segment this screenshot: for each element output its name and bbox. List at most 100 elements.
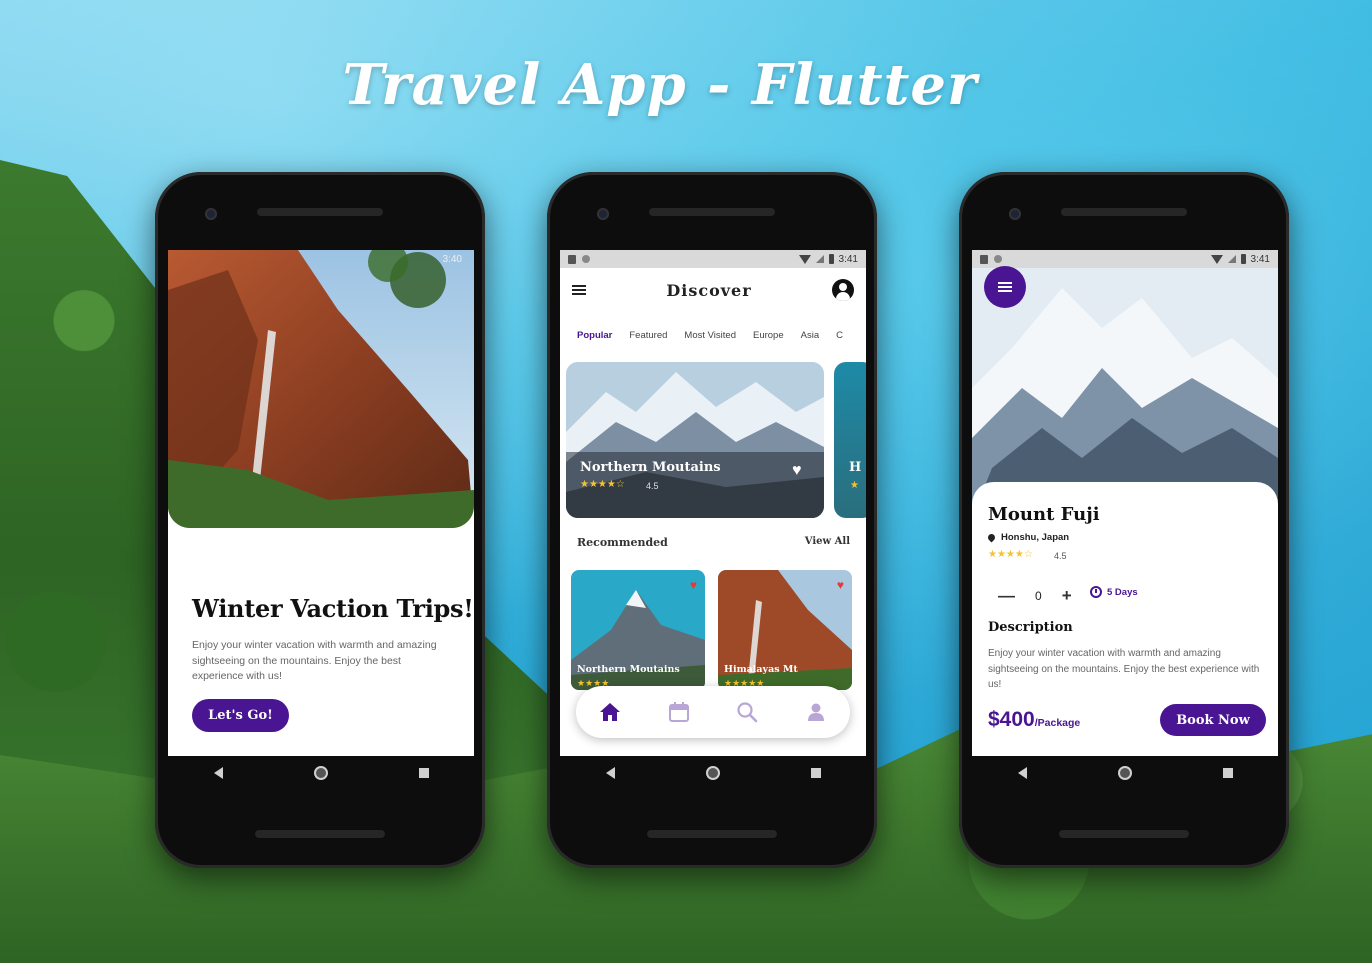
home-circle-icon[interactable] bbox=[705, 766, 720, 780]
search-icon[interactable] bbox=[736, 701, 758, 723]
onboarding-screen: 3:40 Winter Vaction Trips! Enjoy your wi… bbox=[168, 250, 474, 756]
menu-icon bbox=[998, 282, 1012, 292]
front-camera bbox=[597, 208, 609, 220]
tab-popular[interactable]: Popular bbox=[577, 330, 612, 344]
back-icon[interactable] bbox=[605, 767, 615, 779]
hero-image-mountain bbox=[972, 268, 1278, 518]
recents-icon[interactable] bbox=[810, 768, 821, 778]
category-tabs: Popular Featured Most Visited Europe Asi… bbox=[577, 330, 866, 344]
menu-button[interactable] bbox=[984, 266, 1026, 308]
star-rating-icon: ★★★★☆ bbox=[988, 549, 1033, 560]
view-all-link[interactable]: View All bbox=[805, 536, 850, 547]
price: $400 /Package bbox=[988, 708, 1080, 732]
next-card[interactable]: H ★ bbox=[834, 362, 866, 518]
account-icon[interactable] bbox=[832, 279, 854, 301]
status-bar: 3:41 bbox=[560, 250, 866, 268]
quantity-value: 0 bbox=[1035, 589, 1042, 603]
front-camera bbox=[1009, 208, 1021, 220]
phone-details: 3:41 Mount Fuji Honshu, Japan ★★★★☆ 4.5 … bbox=[959, 172, 1289, 868]
earpiece-speaker bbox=[257, 208, 383, 216]
heart-icon[interactable]: ♥ bbox=[837, 578, 844, 592]
star-rating-icon: ★★★★☆ bbox=[580, 479, 625, 490]
price-unit: /Package bbox=[1034, 717, 1081, 729]
notification-dot-icon bbox=[994, 255, 1002, 263]
back-icon[interactable] bbox=[213, 767, 223, 779]
recommended-card[interactable]: Himalayas Mt ♥ ★★★★★ bbox=[718, 570, 852, 690]
plus-button[interactable]: + bbox=[1062, 586, 1072, 606]
recents-icon[interactable] bbox=[1222, 768, 1233, 778]
details-sheet: Mount Fuji Honshu, Japan ★★★★☆ 4.5 — 0 +… bbox=[972, 482, 1278, 756]
wifi-icon bbox=[1210, 254, 1223, 264]
home-circle-icon[interactable] bbox=[313, 766, 328, 780]
tab-featured[interactable]: Featured bbox=[629, 330, 667, 344]
duration-badge: 5 Days bbox=[1090, 586, 1138, 598]
book-now-button[interactable]: Book Now bbox=[1160, 704, 1266, 736]
bottom-speaker bbox=[647, 830, 777, 838]
description-heading: Description bbox=[988, 620, 1073, 635]
signal-icon bbox=[1227, 255, 1236, 263]
wifi-icon bbox=[798, 254, 811, 264]
featured-card-title: Northern Moutains bbox=[580, 460, 721, 475]
phone-discover: 3:41 Discover Popular Featured Most Visi… bbox=[547, 172, 877, 868]
status-bar: 3:41 bbox=[972, 250, 1278, 268]
sd-card-icon bbox=[568, 254, 576, 264]
notification-dot-icon bbox=[582, 255, 590, 263]
status-time: 3:41 bbox=[1250, 253, 1270, 265]
featured-card[interactable]: Northern Moutains ★★★★☆ 4.5 ♥ bbox=[566, 362, 824, 518]
battery-icon bbox=[828, 254, 834, 264]
heart-icon[interactable]: ♥ bbox=[792, 462, 802, 480]
bottom-speaker bbox=[1059, 830, 1189, 838]
bottom-nav bbox=[576, 686, 850, 738]
description-text: Enjoy your winter vacation with warmth a… bbox=[988, 648, 1260, 690]
minus-button[interactable]: — bbox=[998, 586, 1015, 606]
home-circle-icon[interactable] bbox=[1117, 766, 1132, 780]
place-title: Mount Fuji bbox=[988, 504, 1100, 525]
android-nav-bar bbox=[972, 756, 1278, 790]
price-amount: $400 bbox=[988, 708, 1035, 731]
menu-icon[interactable] bbox=[572, 285, 586, 295]
phone-onboarding: 3:40 Winter Vaction Trips! Enjoy your wi… bbox=[155, 172, 485, 868]
recommended-card-title: Northern Moutains bbox=[577, 664, 680, 675]
android-nav-bar bbox=[560, 756, 866, 790]
back-icon[interactable] bbox=[1017, 767, 1027, 779]
tab-europe[interactable]: Europe bbox=[753, 330, 784, 344]
timer-icon bbox=[1090, 586, 1102, 598]
place-location: Honshu, Japan bbox=[986, 532, 1070, 543]
details-screen: 3:41 Mount Fuji Honshu, Japan ★★★★☆ 4.5 … bbox=[972, 250, 1278, 756]
bottom-speaker bbox=[255, 830, 385, 838]
sd-card-icon bbox=[980, 254, 988, 264]
heart-icon[interactable]: ♥ bbox=[690, 578, 697, 592]
location-pin-icon bbox=[986, 532, 997, 543]
calendar-icon[interactable] bbox=[668, 701, 690, 723]
onboarding-description: Enjoy your winter vacation with warmth a… bbox=[192, 639, 437, 682]
discover-header: Discover bbox=[560, 268, 866, 312]
recommended-card[interactable]: Northern Moutains ♥ ★★★★ bbox=[571, 570, 705, 690]
duration-text: 5 Days bbox=[1107, 586, 1138, 598]
recents-icon[interactable] bbox=[418, 768, 429, 778]
battery-icon bbox=[1240, 254, 1246, 264]
star-icon: ★ bbox=[850, 480, 859, 491]
status-time: 3:40 bbox=[442, 254, 462, 265]
signal-icon bbox=[815, 255, 824, 263]
onboarding-title: Winter Vaction Trips! bbox=[192, 594, 474, 623]
home-icon[interactable] bbox=[599, 702, 621, 722]
hero-image-canyon-waterfall bbox=[168, 250, 474, 528]
rating-value: 4.5 bbox=[1054, 551, 1067, 561]
location-text: Honshu, Japan bbox=[1001, 532, 1070, 543]
lets-go-button[interactable]: Let's Go! bbox=[192, 699, 289, 732]
status-time: 3:41 bbox=[838, 253, 858, 265]
tab-more[interactable]: C bbox=[836, 330, 843, 344]
discover-screen: 3:41 Discover Popular Featured Most Visi… bbox=[560, 250, 866, 756]
recommended-heading: Recommended bbox=[577, 536, 668, 549]
recommended-card-title: Himalayas Mt bbox=[724, 664, 798, 675]
android-nav-bar bbox=[168, 756, 474, 790]
discover-title: Discover bbox=[666, 280, 752, 300]
next-card-title: H bbox=[849, 460, 862, 475]
earpiece-speaker bbox=[1061, 208, 1187, 216]
tab-asia[interactable]: Asia bbox=[801, 330, 819, 344]
tab-most-visited[interactable]: Most Visited bbox=[684, 330, 736, 344]
quantity-stepper: — 0 + bbox=[998, 586, 1072, 606]
front-camera bbox=[205, 208, 217, 220]
person-icon[interactable] bbox=[805, 701, 827, 723]
banner-title: Travel App - Flutter bbox=[342, 52, 978, 118]
